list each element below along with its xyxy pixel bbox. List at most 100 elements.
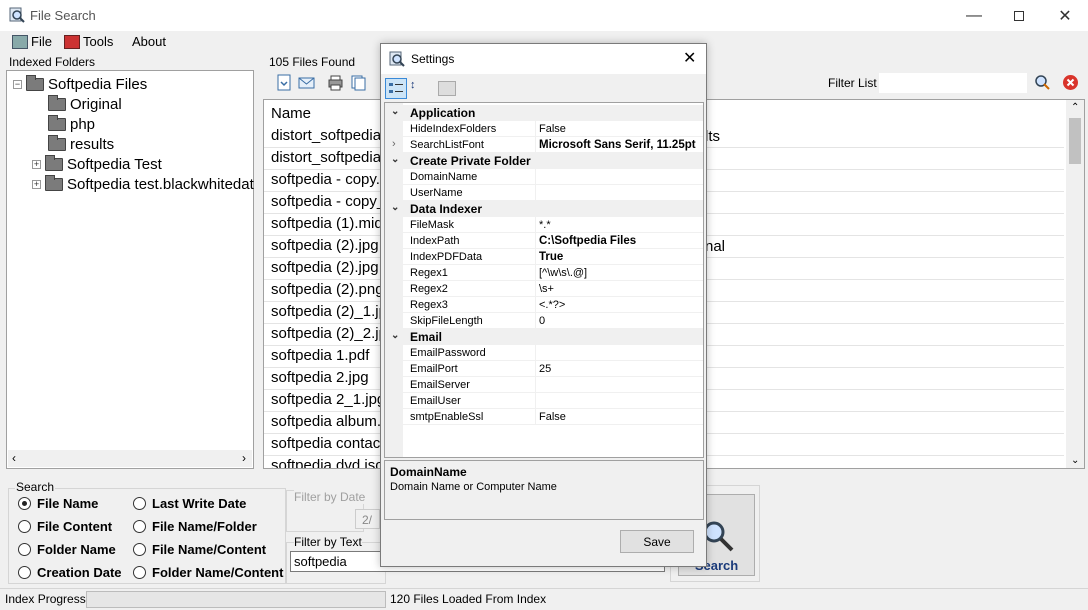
- clear-filter-icon[interactable]: [1062, 74, 1079, 91]
- alphabetical-view-button[interactable]: ↕: [410, 79, 430, 99]
- column-separator[interactable]: [535, 313, 536, 329]
- column-separator[interactable]: [535, 121, 536, 137]
- property-row[interactable]: HideIndexFolders False: [385, 121, 703, 137]
- property-row[interactable]: EmailPort 25: [385, 361, 703, 377]
- column-separator[interactable]: [535, 217, 536, 233]
- result-row[interactable]: softpedia (2).jpg: [271, 237, 379, 254]
- column-separator[interactable]: [535, 393, 536, 409]
- tree-node-blackwhite[interactable]: + Softpedia test.blackwhitedat: [32, 174, 254, 194]
- property-row[interactable]: Regex2 \s+: [385, 281, 703, 297]
- search-option-radio[interactable]: File Name/Content: [133, 542, 266, 557]
- property-value[interactable]: <.*?>: [539, 299, 565, 311]
- radio-circle[interactable]: [18, 566, 31, 579]
- column-separator[interactable]: [535, 361, 536, 377]
- property-row[interactable]: IndexPDFData True: [385, 249, 703, 265]
- result-row[interactable]: softpedia dvd.iso: [271, 457, 384, 468]
- property-row[interactable]: FileMask *.*: [385, 217, 703, 233]
- property-value[interactable]: [^\w\s\.@]: [539, 267, 587, 279]
- column-separator[interactable]: [535, 409, 536, 425]
- collapse-chevron-icon[interactable]: ⌄: [391, 154, 399, 165]
- property-category[interactable]: ⌄ Data Indexer: [385, 201, 703, 217]
- property-value[interactable]: False: [539, 411, 566, 423]
- result-row[interactable]: softpedia 1.pdf: [271, 347, 369, 364]
- result-row[interactable]: softpedia (2)_1.jp: [271, 303, 387, 320]
- column-separator[interactable]: [535, 185, 536, 201]
- filter-date-picker[interactable]: 2/: [355, 509, 380, 529]
- column-separator[interactable]: [535, 169, 536, 185]
- scroll-thumb[interactable]: [1069, 118, 1081, 164]
- tree-node-root[interactable]: − Softpedia Files: [13, 74, 147, 94]
- scroll-up-icon[interactable]: ⌃: [1071, 102, 1079, 113]
- menu-about[interactable]: About: [132, 34, 166, 49]
- property-value[interactable]: False: [539, 123, 566, 135]
- result-row[interactable]: softpedia - copy_: [271, 193, 385, 210]
- dialog-close-icon[interactable]: ✕: [683, 48, 696, 68]
- result-row[interactable]: softpedia (2).jpg: [271, 259, 379, 276]
- column-separator[interactable]: [535, 281, 536, 297]
- property-value[interactable]: *.*: [539, 219, 551, 231]
- result-row[interactable]: softpedia (1).mid: [271, 215, 383, 232]
- column-separator[interactable]: [535, 345, 536, 361]
- property-pages-button[interactable]: [438, 81, 456, 96]
- expand-icon[interactable]: +: [32, 179, 41, 189]
- filter-text-input[interactable]: [290, 551, 386, 572]
- filter-list-input[interactable]: [879, 73, 1027, 93]
- radio-circle[interactable]: [18, 520, 31, 533]
- column-separator[interactable]: [535, 297, 536, 313]
- column-separator[interactable]: [535, 265, 536, 281]
- folder-tree[interactable]: − Softpedia Files Original php results +…: [6, 70, 254, 469]
- search-option-radio[interactable]: File Name/Folder: [133, 519, 257, 534]
- result-row[interactable]: softpedia - copy.: [271, 171, 380, 188]
- property-row[interactable]: DomainName: [385, 169, 703, 185]
- export-icon[interactable]: [276, 74, 293, 91]
- close-button[interactable]: ✕: [1042, 0, 1088, 31]
- results-vertical-scrollbar[interactable]: ⌃ ⌄: [1066, 100, 1084, 468]
- result-row[interactable]: softpedia 2.jpg: [271, 369, 369, 386]
- print-icon[interactable]: [327, 74, 344, 91]
- property-value[interactable]: 0: [539, 315, 545, 327]
- scroll-left-icon[interactable]: ‹: [12, 451, 16, 465]
- result-row[interactable]: softpedia 2_1.jpg: [271, 391, 385, 408]
- tree-node-original[interactable]: Original: [48, 94, 122, 114]
- property-row[interactable]: smtpEnableSsl False: [385, 409, 703, 425]
- column-separator[interactable]: [535, 249, 536, 265]
- collapse-chevron-icon[interactable]: ⌄: [391, 330, 399, 341]
- column-separator[interactable]: [535, 233, 536, 249]
- radio-circle[interactable]: [133, 520, 146, 533]
- property-category[interactable]: ⌄ Email: [385, 329, 703, 345]
- tree-node-softpedia-test[interactable]: + Softpedia Test: [32, 154, 162, 174]
- menu-tools[interactable]: Tools: [64, 34, 113, 49]
- scroll-right-icon[interactable]: ›: [242, 451, 246, 465]
- search-option-radio[interactable]: Creation Date: [18, 565, 122, 580]
- filter-user-icon[interactable]: [1034, 74, 1051, 91]
- result-row[interactable]: softpedia (2)_2.jp: [271, 325, 387, 342]
- expand-icon[interactable]: +: [32, 159, 41, 169]
- property-category[interactable]: ⌄ Application: [385, 105, 703, 121]
- property-value[interactable]: True: [539, 251, 563, 263]
- tree-node-results[interactable]: results: [48, 134, 114, 154]
- property-row[interactable]: Regex1 [^\w\s\.@]: [385, 265, 703, 281]
- tree-node-php[interactable]: php: [48, 114, 95, 134]
- tree-horizontal-scrollbar[interactable]: ‹ ›: [8, 450, 252, 467]
- minimize-button[interactable]: —: [951, 0, 997, 31]
- search-option-radio[interactable]: Last Write Date: [133, 496, 246, 511]
- property-value[interactable]: Microsoft Sans Serif, 11.25pt: [539, 139, 696, 151]
- property-row[interactable]: EmailServer: [385, 377, 703, 393]
- radio-circle[interactable]: [18, 543, 31, 556]
- property-row[interactable]: Regex3 <.*?>: [385, 297, 703, 313]
- column-separator[interactable]: [535, 377, 536, 393]
- result-row[interactable]: distort_softpedia: [271, 149, 381, 166]
- property-row[interactable]: IndexPath C:\Softpedia Files: [385, 233, 703, 249]
- email-icon[interactable]: [298, 74, 315, 91]
- property-row[interactable]: SkipFileLength 0: [385, 313, 703, 329]
- result-row[interactable]: distort_softpedia: [271, 127, 381, 144]
- property-row[interactable]: UserName: [385, 185, 703, 201]
- property-grid[interactable]: ⌄ Application HideIndexFolders False SearchL…: [384, 102, 704, 458]
- expand-chevron-icon[interactable]: ›: [392, 138, 396, 150]
- radio-circle[interactable]: [133, 566, 146, 579]
- result-row[interactable]: softpedia contac: [271, 435, 380, 452]
- property-value[interactable]: \s+: [539, 283, 554, 295]
- scroll-down-icon[interactable]: ⌄: [1071, 455, 1079, 466]
- copy-icon[interactable]: [350, 74, 367, 91]
- property-value[interactable]: 25: [539, 363, 551, 375]
